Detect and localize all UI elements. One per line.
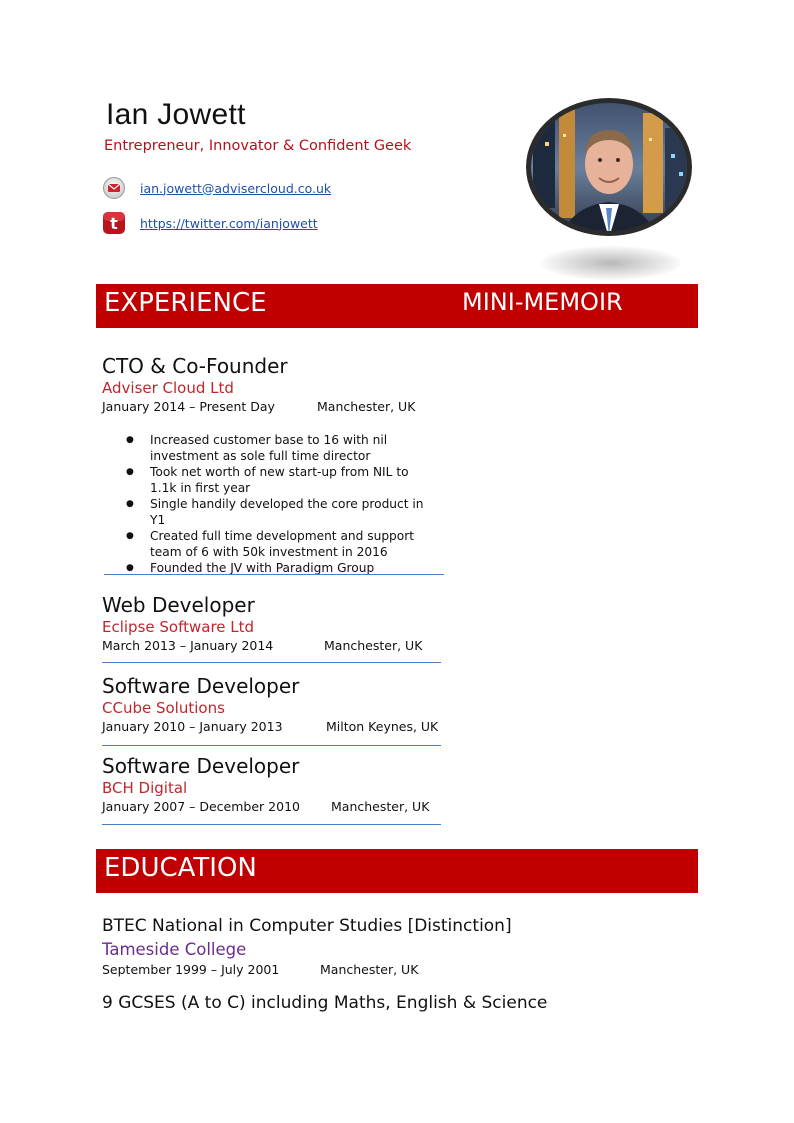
- job-meta: January 2007 – December 2010 Manchester,…: [102, 798, 442, 816]
- job-company: CCube Solutions: [102, 699, 225, 717]
- experience-heading: EXPERIENCE: [104, 288, 267, 318]
- job-achievements-list: Increased customer base to 16 with nil i…: [126, 432, 426, 576]
- job-meta: January 2010 – January 2013 Milton Keyne…: [102, 718, 442, 736]
- list-item: Single handily developed the core produc…: [126, 496, 426, 528]
- education-degree: BTEC National in Computer Studies [Disti…: [102, 916, 512, 936]
- job-dates: January 2010 – January 2013: [102, 719, 283, 734]
- twitter-icon: t: [102, 211, 126, 235]
- email-link[interactable]: ian.jowett@advisercloud.co.uk: [140, 181, 331, 196]
- list-item: Created full time development and suppor…: [126, 528, 426, 560]
- experience-header-bar: EXPERIENCE MINI-MEMOIR: [96, 284, 698, 328]
- job-company: Adviser Cloud Ltd: [102, 379, 234, 397]
- job-title: Software Developer: [102, 754, 300, 778]
- job-entry: Software Developer BCH Digital January 2…: [102, 754, 442, 816]
- twitter-link[interactable]: https://twitter.com/ianjowett: [140, 216, 318, 231]
- education-meta: September 1999 – July 2001 Manchester, U…: [102, 962, 442, 980]
- section-divider: [102, 662, 441, 663]
- photo-shadow: [541, 246, 681, 280]
- job-title: Software Developer: [102, 674, 300, 698]
- email-contact: ian.jowett@advisercloud.co.uk: [102, 176, 331, 200]
- job-location: Manchester, UK: [324, 638, 423, 653]
- job-dates: January 2014 – Present Day: [102, 399, 275, 414]
- svg-text:t: t: [110, 214, 118, 233]
- list-item: Took net worth of new start-up from NIL …: [126, 464, 426, 496]
- job-location: Milton Keynes, UK: [326, 719, 439, 734]
- job-company: BCH Digital: [102, 779, 188, 797]
- job-dates: January 2007 – December 2010: [102, 799, 300, 814]
- education-heading: EDUCATION: [104, 853, 257, 883]
- mini-memoir-heading: MINI-MEMOIR: [462, 288, 623, 316]
- job-location: Manchester, UK: [331, 799, 430, 814]
- section-divider: [104, 574, 444, 575]
- job-dates: March 2013 – January 2014: [102, 638, 274, 653]
- list-item: Increased customer base to 16 with nil i…: [126, 432, 426, 464]
- envelope-icon: [102, 176, 126, 200]
- job-entry: Web Developer Eclipse Software Ltd March…: [102, 593, 442, 655]
- job-title: Web Developer: [102, 593, 255, 617]
- education-gcse: 9 GCSES (A to C) including Maths, Englis…: [102, 993, 548, 1013]
- job-meta: January 2014 – Present Day Manchester, U…: [102, 398, 442, 416]
- section-divider: [102, 745, 441, 746]
- education-location: Manchester, UK: [320, 962, 419, 977]
- resume-name: Ian Jowett: [106, 98, 246, 131]
- job-entry: Software Developer CCube Solutions Janua…: [102, 674, 442, 736]
- job-title: CTO & Co-Founder: [102, 354, 288, 378]
- section-divider: [102, 824, 441, 825]
- job-location: Manchester, UK: [317, 399, 416, 414]
- education-dates: September 1999 – July 2001: [102, 962, 280, 977]
- job-entry: CTO & Co-Founder Adviser Cloud Ltd Janua…: [102, 354, 442, 416]
- resume-tagline: Entrepreneur, Innovator & Confident Geek: [104, 138, 412, 154]
- job-meta: March 2013 – January 2014 Manchester, UK: [102, 637, 442, 655]
- profile-photo: [503, 98, 715, 288]
- education-college: Tameside College: [102, 940, 247, 959]
- education-header-bar: EDUCATION: [96, 849, 698, 893]
- job-company: Eclipse Software Ltd: [102, 618, 255, 636]
- twitter-contact: t https://twitter.com/ianjowett: [102, 211, 318, 235]
